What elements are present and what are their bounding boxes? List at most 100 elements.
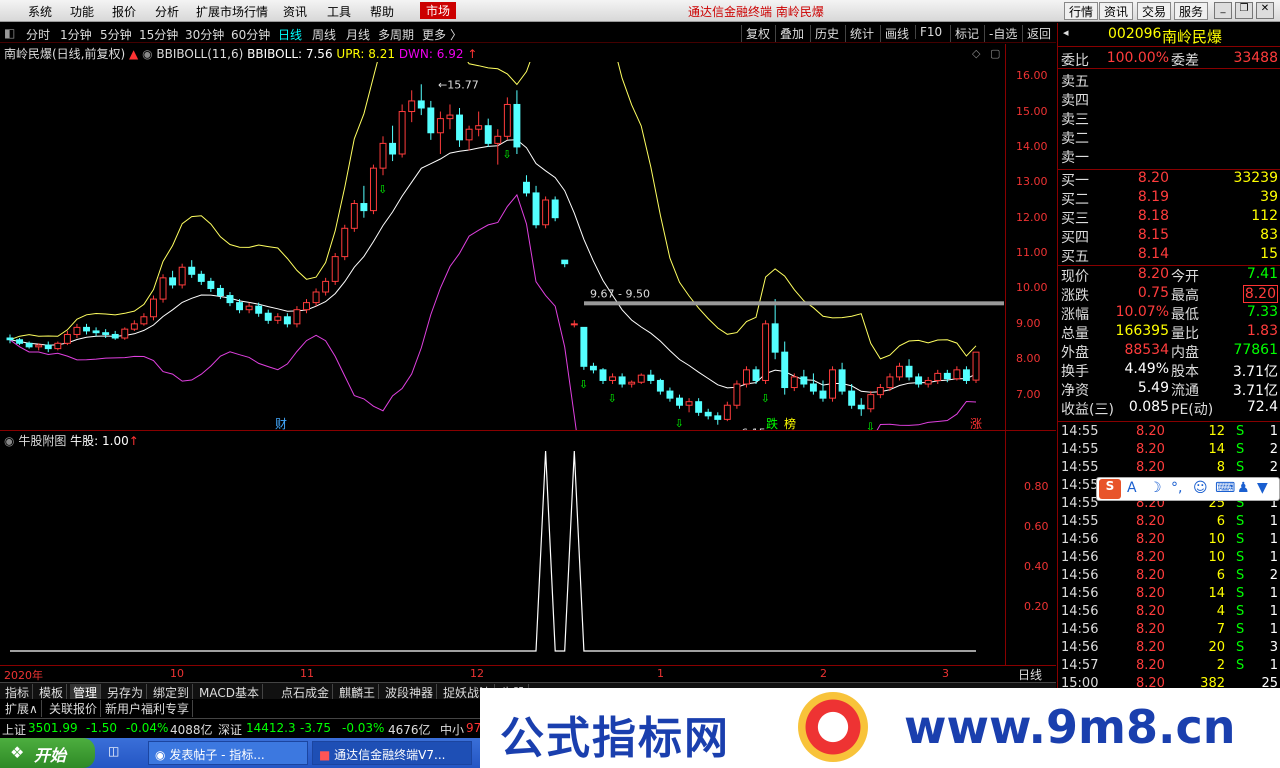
candle[interactable] [752, 366, 760, 384]
candle[interactable] [781, 341, 789, 395]
indicator-title[interactable]: 牛股附图 [18, 434, 66, 448]
candle[interactable] [647, 369, 655, 384]
task-tdx[interactable]: ■ 通达信金融终端V7... [312, 741, 472, 765]
candle[interactable] [379, 136, 387, 176]
settings-circle-icon[interactable]: ◉ [142, 47, 152, 61]
tool-draw[interactable]: 画线 [880, 25, 913, 42]
tab-30min[interactable]: 30分钟 [185, 26, 224, 43]
candle[interactable] [580, 326, 588, 370]
extension-tab[interactable]: 新用户福利专享 [102, 700, 194, 717]
event-marker[interactable]: 跌 [766, 416, 778, 430]
tab-1min[interactable]: 1分钟 [60, 26, 92, 43]
tab-weekly[interactable]: 周线 [312, 26, 336, 43]
candle[interactable] [54, 341, 62, 351]
candle[interactable] [312, 288, 320, 307]
btn-news[interactable]: 资讯 [1099, 2, 1134, 20]
menu-news[interactable]: 资讯 [283, 3, 307, 20]
candle[interactable] [63, 330, 71, 346]
candle[interactable] [283, 313, 291, 328]
candle[interactable] [159, 274, 167, 303]
candle[interactable] [656, 378, 664, 395]
minimize-icon[interactable]: _ [1214, 2, 1232, 19]
candle[interactable] [618, 373, 626, 388]
candle[interactable] [245, 302, 253, 314]
tab-more[interactable]: 更多 [422, 26, 446, 43]
candle[interactable] [513, 90, 521, 154]
event-marker[interactable]: 财 [275, 417, 287, 430]
candle[interactable] [130, 320, 138, 331]
candle[interactable] [800, 369, 808, 388]
settings-circle-icon[interactable]: ◉ [4, 434, 14, 448]
extension-tab[interactable]: 扩展∧ [2, 700, 42, 717]
ime-lang-icon[interactable]: A [1127, 480, 1137, 496]
candle[interactable] [207, 277, 215, 292]
candle[interactable] [714, 412, 722, 425]
ime-keyboard-icon[interactable]: ⌨ [1215, 480, 1235, 496]
square-icon[interactable]: ▢ [990, 47, 1000, 60]
candle[interactable] [16, 338, 24, 346]
candle[interactable] [150, 295, 157, 321]
candle[interactable] [92, 327, 100, 337]
candle[interactable] [360, 185, 368, 218]
candle[interactable] [848, 384, 856, 409]
candle[interactable] [599, 368, 607, 384]
tab-60min[interactable]: 60分钟 [231, 26, 270, 43]
panel-arrow-icon[interactable]: ◂ [1063, 26, 1069, 39]
extension-tab[interactable]: 关联报价 [46, 700, 102, 717]
task-browser[interactable]: ◉ 发表帖子 - 指标... [148, 741, 308, 765]
ime-skin-icon[interactable]: ▼ [1257, 480, 1268, 496]
candle[interactable] [350, 200, 358, 232]
candle[interactable] [809, 373, 817, 395]
candle[interactable] [685, 398, 693, 413]
candle[interactable] [838, 362, 846, 395]
event-marker[interactable]: 榜 [784, 416, 796, 430]
candle[interactable] [503, 97, 511, 140]
candle[interactable] [398, 104, 406, 158]
candle[interactable] [962, 366, 970, 384]
tab-minute[interactable]: 分时 [26, 26, 50, 43]
restore-icon[interactable]: ❐ [1235, 2, 1253, 19]
ime-user-icon[interactable]: ♟ [1237, 480, 1250, 496]
tool-mark[interactable]: 标记 [950, 25, 983, 42]
menu-function[interactable]: 功能 [70, 3, 94, 20]
kline-chart[interactable]: 9.67 - 9.50←15.77←6.15财跌榜涨⇩⇩⇩⇩⇩⇩⇩ [0, 62, 1006, 430]
candle[interactable] [733, 380, 741, 409]
candle[interactable] [44, 341, 52, 353]
candle[interactable] [446, 104, 454, 130]
candle[interactable] [484, 118, 492, 147]
indicator-name[interactable]: BBIBOLL(11,6) [156, 47, 243, 61]
candle[interactable] [867, 391, 875, 413]
menu-system[interactable]: 系统 [28, 3, 52, 20]
sh-label[interactable]: 上证 [2, 721, 26, 738]
candle[interactable] [83, 323, 90, 335]
tab-15min[interactable]: 15分钟 [139, 26, 178, 43]
candle[interactable] [896, 362, 903, 381]
btn-quote[interactable]: 行情 [1064, 2, 1099, 20]
candle[interactable] [666, 387, 674, 402]
btn-trade[interactable]: 交易 [1137, 2, 1172, 20]
candle[interactable] [369, 164, 377, 215]
candle[interactable] [178, 263, 186, 289]
candle[interactable] [427, 100, 435, 140]
candle[interactable] [264, 309, 272, 324]
candle[interactable] [140, 313, 148, 326]
candle[interactable] [293, 306, 301, 328]
candle[interactable] [6, 334, 14, 344]
candle[interactable] [322, 277, 330, 296]
candle[interactable] [121, 327, 129, 340]
zx-label[interactable]: 中小 [440, 721, 464, 738]
candle[interactable] [934, 369, 942, 384]
candle[interactable] [924, 376, 932, 388]
candle[interactable] [676, 394, 683, 409]
candle[interactable] [589, 362, 597, 374]
start-button[interactable]: ❖ 开始 [0, 738, 95, 768]
candle[interactable] [465, 125, 473, 151]
ime-toolbar[interactable]: S A ☽ °, ☺ ⌨ ♟ ▼ [1096, 477, 1280, 501]
ime-emoji-icon[interactable]: ☺ [1193, 480, 1208, 496]
tab-multi-period[interactable]: 多周期 [378, 26, 414, 43]
menu-ext-market[interactable]: 扩展市场行情 [196, 3, 268, 20]
menu-quote[interactable]: 报价 [112, 3, 136, 20]
candle[interactable] [417, 84, 425, 116]
more-chevron-icon[interactable]: 〉 [450, 26, 462, 43]
tool-overlay[interactable]: 叠加 [775, 25, 808, 42]
